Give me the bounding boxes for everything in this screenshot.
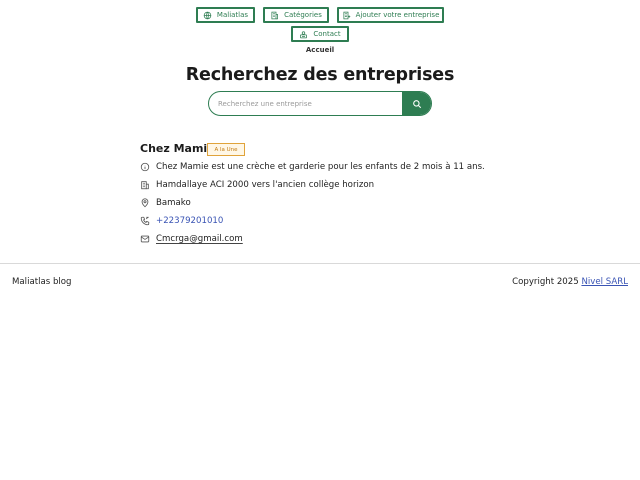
nav-button-categories[interactable]: Catégories <box>263 7 329 23</box>
page-title: Recherchez des entreprises <box>185 65 455 85</box>
nav-label: Ajouter votre entreprise <box>355 11 440 19</box>
nav-button-contact[interactable]: Contact <box>291 26 349 42</box>
mail-icon <box>140 234 150 244</box>
building-icon <box>270 11 284 20</box>
search-input[interactable] <box>209 92 404 115</box>
business-email-link[interactable]: Cmcrga@gmail.com <box>156 234 243 244</box>
nav-label: Contact <box>313 30 341 38</box>
contact-icon <box>299 30 313 39</box>
search-bar <box>208 91 432 116</box>
company-link[interactable]: Nivel SARL <box>581 277 628 287</box>
footer-copyright: Copyright 2025 Nivel SARL <box>512 277 628 287</box>
building-icon <box>140 180 150 190</box>
map-pin-icon <box>140 198 150 208</box>
globe-icon <box>203 11 217 20</box>
copyright-text: Copyright 2025 <box>512 277 579 287</box>
business-description: Chez Mamie est une crèche et garderie po… <box>156 162 485 172</box>
business-name[interactable]: Chez Mamie <box>140 142 215 155</box>
breadcrumb[interactable]: Accueil <box>0 46 640 54</box>
footer-divider <box>0 263 640 264</box>
business-email-row[interactable]: Cmcrga@gmail.com <box>140 232 243 246</box>
business-phone-row[interactable]: +22379201010 <box>140 214 223 228</box>
search-icon <box>412 99 422 109</box>
info-icon <box>140 162 150 172</box>
search-button[interactable] <box>402 92 431 115</box>
nav-button-maliatlas[interactable]: Maliatlas <box>196 7 255 23</box>
business-city: Bamako <box>156 198 191 208</box>
business-address-row: Hamdallaye ACI 2000 vers l'ancien collèg… <box>140 178 374 192</box>
business-address: Hamdallaye ACI 2000 vers l'ancien collèg… <box>156 180 375 190</box>
nav-label: Maliatlas <box>216 11 249 19</box>
building-add-icon <box>342 11 356 20</box>
footer-blog-link[interactable]: Maliatlas blog <box>12 277 72 287</box>
business-city-row: Bamako <box>140 196 191 210</box>
nav-button-add-business[interactable]: Ajouter votre entreprise <box>337 7 444 23</box>
business-description-row: Chez Mamie est une crèche et garderie po… <box>140 160 485 174</box>
phone-icon <box>140 216 150 226</box>
business-phone-link[interactable]: +22379201010 <box>156 216 223 226</box>
nav-label: Catégories <box>284 11 322 19</box>
featured-badge: A la Une <box>207 143 245 156</box>
